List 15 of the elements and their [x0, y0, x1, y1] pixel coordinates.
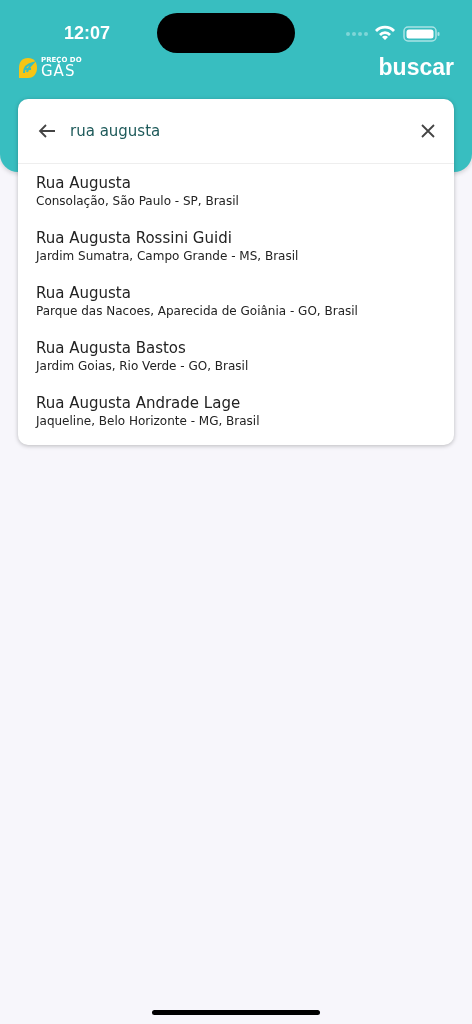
close-icon[interactable] — [421, 124, 435, 138]
flame-leaf-icon — [18, 56, 38, 79]
back-arrow-icon[interactable] — [38, 123, 56, 139]
result-item[interactable]: Rua Augusta Andrade Lage Jaqueline, Belo Horizonte - MG, Brasil — [18, 384, 454, 439]
status-time: 12:07 — [64, 22, 111, 44]
result-item[interactable]: Rua Augusta Bastos Jardim Goias, Rio Verde - GO, Brasil — [18, 329, 454, 384]
result-item[interactable]: Rua Augusta Rossini Guidi Jardim Sumatra, Campo Grande - MS, Brasil — [18, 219, 454, 274]
result-item[interactable]: Rua Augusta Consolação, São Paulo - SP, Brasil — [18, 164, 454, 219]
battery-icon — [403, 26, 440, 42]
wifi-icon — [375, 25, 395, 40]
result-item[interactable]: Rua Augusta Parque das Nacoes, Aparecida de Goiânia - GO, Brasil — [18, 274, 454, 329]
page-title: buscar — [378, 54, 454, 81]
logo-title: GÁS — [41, 63, 76, 79]
signal-dots-icon — [346, 32, 368, 36]
search-field[interactable]: rua augusta — [70, 122, 407, 140]
